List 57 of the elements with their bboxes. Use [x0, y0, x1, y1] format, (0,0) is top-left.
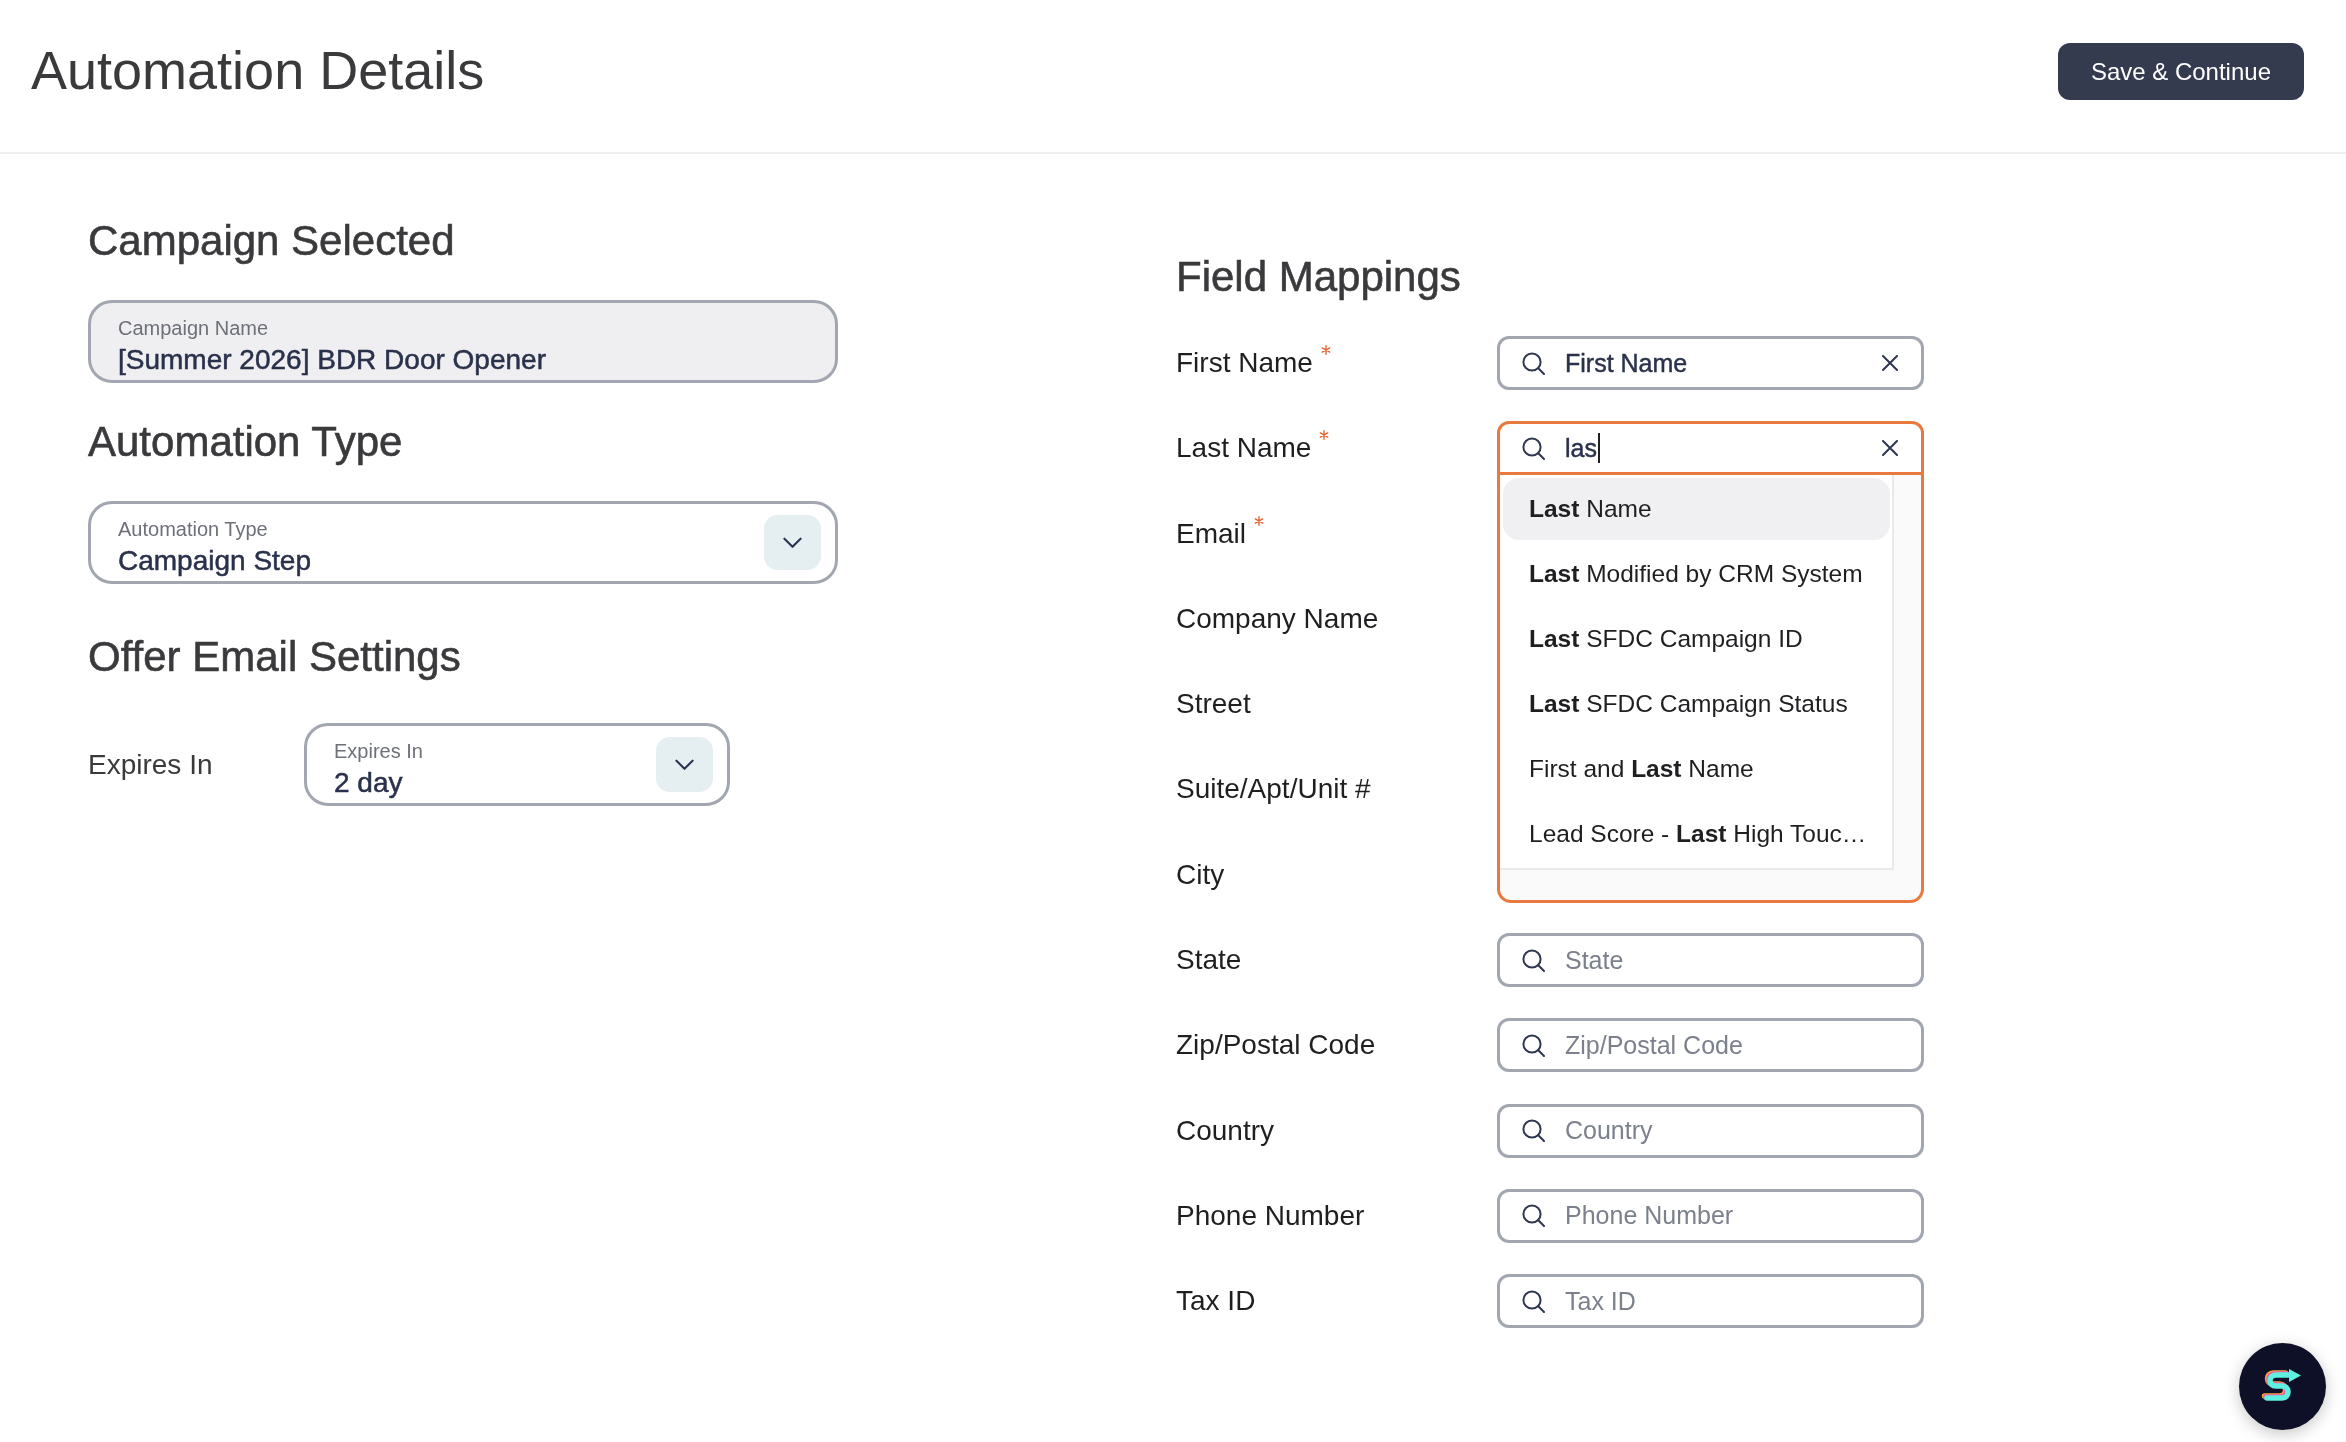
- search-icon: [1522, 948, 1545, 972]
- field-label: Email: [1176, 516, 1246, 551]
- search-icon: [1522, 1289, 1545, 1313]
- field-value: 2 day: [334, 766, 403, 800]
- launcher-button[interactable]: [2239, 1343, 2326, 1430]
- field-label: Last Name: [1176, 431, 1312, 466]
- select-field[interactable]: Automation Type Campaign Step: [88, 501, 838, 584]
- section-heading: Campaign Selected: [88, 216, 455, 266]
- field-label: Company Name: [1176, 601, 1379, 636]
- dropdown-option[interactable]: First and Last Name: [1503, 738, 1890, 801]
- search-field[interactable]: Phone Number: [1497, 1188, 1924, 1243]
- dropdown-option[interactable]: Lead Score - Last High Touc…: [1503, 803, 1890, 866]
- search-field[interactable]: las: [1497, 421, 1924, 476]
- close-icon: [1882, 355, 1898, 371]
- dropdown-option[interactable]: Last SFDC Campaign Status: [1503, 673, 1890, 736]
- dropdown-option[interactable]: Last Modified by CRM System: [1503, 543, 1890, 606]
- field-label: Zip/Postal Code: [1176, 1028, 1376, 1063]
- save-continue-button[interactable]: Save & Continue: [2057, 43, 2304, 100]
- search-icon: [1522, 1119, 1545, 1143]
- field-label: Expires In: [334, 739, 423, 764]
- text-cursor-icon: [1597, 433, 1600, 464]
- clear-button[interactable]: [1882, 355, 1898, 371]
- dropdown-toggle-button[interactable]: [764, 515, 821, 570]
- search-icon: [1522, 436, 1545, 460]
- field-label: Suite/Apt/Unit #: [1176, 772, 1371, 807]
- setting-label: Expires In: [88, 748, 214, 781]
- dropdown-option[interactable]: Last Name: [1503, 478, 1890, 541]
- field-value: Campaign Step: [118, 544, 311, 578]
- field-label: State: [1176, 943, 1242, 978]
- search-icon: [1522, 351, 1545, 375]
- field-label: Campaign Name: [118, 316, 269, 341]
- search-field[interactable]: State: [1497, 933, 1924, 988]
- section-heading: Field Mappings: [1176, 252, 1461, 302]
- field-label: Phone Number: [1176, 1198, 1365, 1233]
- field-label: Street: [1176, 687, 1251, 722]
- page-title: Automation Details: [31, 39, 485, 101]
- search-field[interactable]: Tax ID: [1497, 1274, 1924, 1329]
- chevron-down-icon: [675, 758, 694, 771]
- field-label: City: [1176, 857, 1225, 892]
- search-icon: [1522, 1204, 1545, 1228]
- close-icon: [1882, 440, 1898, 457]
- search-field[interactable]: Country: [1497, 1103, 1924, 1158]
- field-label: First Name: [1176, 346, 1313, 380]
- field-label: Automation Type: [118, 517, 268, 542]
- search-icon: [1522, 1033, 1545, 1057]
- dropdown-option[interactable]: Last SFDC Campaign ID: [1503, 608, 1890, 671]
- clear-button[interactable]: [1882, 440, 1898, 457]
- section-heading: Automation Type: [88, 417, 403, 467]
- chevron-down-icon: [783, 536, 802, 549]
- field-value: [Summer 2026] BDR Door Opener: [118, 343, 546, 377]
- section-heading: Offer Email Settings: [88, 632, 461, 682]
- field-label: Tax ID: [1176, 1284, 1256, 1319]
- select-field[interactable]: Expires In 2 day: [304, 723, 730, 806]
- field-label: Country: [1176, 1113, 1275, 1148]
- search-field[interactable]: First Name: [1497, 336, 1924, 390]
- dropdown-toggle-button[interactable]: [656, 737, 713, 792]
- search-field[interactable]: Zip/Postal Code: [1497, 1018, 1924, 1073]
